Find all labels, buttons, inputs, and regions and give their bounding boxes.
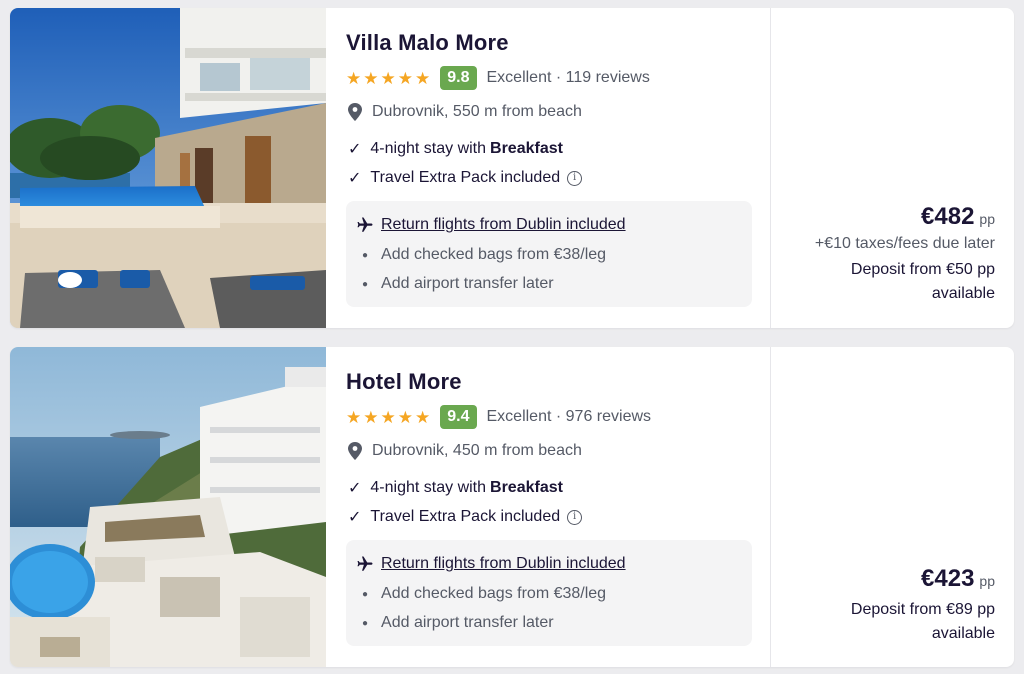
addon-bags: ● Add checked bags from €38/leg — [362, 246, 606, 264]
hotel-details: Villa Malo More ★ ★ ★ ★ ★ 9.8 Excellent … — [346, 8, 766, 328]
addon-bags-text: Add checked bags from €38/leg — [381, 246, 607, 263]
price-panel[interactable]: €423 pp Deposit from €89 pp available — [770, 347, 1014, 667]
flight-row: Return flights from Dublin included — [356, 555, 626, 573]
addon-transfer: ● Add airport transfer later — [362, 275, 554, 293]
addon-transfer-text: Add airport transfer later — [381, 275, 554, 292]
deposit-availability: available — [931, 625, 995, 642]
star-icon: ★ — [380, 407, 396, 427]
deposit-line: Deposit from €50 pp — [850, 261, 995, 278]
review-summary: Excellent · 976 reviews — [486, 408, 652, 425]
flights-link[interactable]: Return flights from Dublin included — [381, 216, 626, 234]
hotel-name[interactable]: Villa Malo More — [346, 30, 509, 56]
location-row: Dubrovnik, 550 m from beach — [348, 103, 582, 121]
star-icon: ★ — [415, 68, 431, 88]
review-summary: Excellent · 119 reviews — [486, 69, 650, 86]
star-icon: ★ — [380, 68, 396, 88]
star-icon: ★ — [363, 407, 379, 427]
hotel-details: Hotel More ★ ★ ★ ★ ★ 9.4 Excellent · 976… — [346, 347, 766, 667]
flights-link[interactable]: Return flights from Dublin included — [381, 555, 626, 573]
star-icon: ★ — [415, 407, 431, 427]
bullet-icon: ● — [362, 278, 369, 290]
star-icon: ★ — [346, 68, 362, 88]
board-type: Breakfast — [490, 479, 563, 496]
hotel-photo[interactable] — [10, 347, 326, 667]
addon-bags-text: Add checked bags from €38/leg — [381, 585, 607, 602]
extra-pack-feature: ✓ Travel Extra Pack included i — [348, 507, 583, 527]
flight-box: Return flights from Dublin included ● Ad… — [346, 540, 752, 646]
star-icon: ★ — [397, 68, 413, 88]
addon-transfer-text: Add airport transfer later — [381, 614, 554, 631]
board-type: Breakfast — [490, 140, 563, 157]
price-line: €423 pp — [851, 565, 995, 593]
stay-feature: ✓ 4-night stay with Breakfast — [348, 478, 563, 498]
info-icon[interactable]: i — [567, 170, 583, 186]
check-icon: ✓ — [348, 509, 362, 526]
hotel-photo[interactable] — [10, 8, 326, 328]
extra-pack-feature: ✓ Travel Extra Pack included i — [348, 168, 583, 188]
airplane-icon — [357, 217, 373, 232]
star-icon: ★ — [346, 407, 362, 427]
star-icon: ★ — [397, 407, 413, 427]
info-icon[interactable]: i — [567, 509, 583, 525]
per-person-label: pp — [979, 573, 995, 589]
airplane-icon — [357, 556, 373, 571]
deposit-note: Deposit from €50 pp available — [815, 258, 995, 306]
addon-transfer: ● Add airport transfer later — [362, 614, 554, 632]
check-icon: ✓ — [348, 141, 362, 158]
deposit-availability: available — [931, 285, 995, 302]
map-pin-icon — [348, 442, 362, 460]
review-score-badge: 9.8 — [440, 66, 477, 90]
villa-photo-illustration — [10, 8, 326, 328]
price: €423 — [921, 565, 975, 592]
star-icon: ★ — [363, 68, 379, 88]
price-block: €423 pp Deposit from €89 pp available — [851, 565, 995, 646]
bullet-icon: ● — [362, 249, 369, 261]
deposit-line: Deposit from €89 pp — [850, 601, 995, 618]
bullet-icon: ● — [362, 617, 369, 629]
price: €482 — [921, 203, 975, 230]
hotel-card[interactable]: Villa Malo More ★ ★ ★ ★ ★ 9.8 Excellent … — [10, 8, 1014, 328]
check-icon: ✓ — [348, 170, 362, 187]
map-pin-icon — [348, 103, 362, 121]
extra-pack-text: Travel Extra Pack included — [370, 169, 561, 186]
hotel-name[interactable]: Hotel More — [346, 369, 462, 395]
hotel-photo-illustration — [10, 347, 326, 667]
rating-row: ★ ★ ★ ★ ★ 9.8 Excellent · 119 reviews — [346, 66, 650, 90]
flight-row: Return flights from Dublin included — [356, 216, 626, 234]
rating-row: ★ ★ ★ ★ ★ 9.4 Excellent · 976 reviews — [346, 405, 651, 429]
extra-pack-text: Travel Extra Pack included — [370, 508, 561, 525]
review-score-badge: 9.4 — [440, 405, 477, 429]
location-row: Dubrovnik, 450 m from beach — [348, 442, 582, 460]
flight-box: Return flights from Dublin included ● Ad… — [346, 201, 752, 307]
price-block: €482 pp +€10 taxes/fees due later Deposi… — [815, 203, 995, 306]
location-text: Dubrovnik, 550 m from beach — [372, 103, 582, 120]
per-person-label: pp — [979, 211, 995, 227]
deposit-note: Deposit from €89 pp available — [851, 598, 995, 646]
star-rating: ★ ★ ★ ★ ★ — [346, 409, 430, 426]
hotel-card[interactable]: Hotel More ★ ★ ★ ★ ★ 9.4 Excellent · 976… — [10, 347, 1014, 667]
location-text: Dubrovnik, 450 m from beach — [372, 442, 582, 459]
star-rating: ★ ★ ★ ★ ★ — [346, 70, 430, 87]
check-icon: ✓ — [348, 480, 362, 497]
addon-bags: ● Add checked bags from €38/leg — [362, 585, 606, 603]
taxes-note: +€10 taxes/fees due later — [814, 235, 995, 252]
stay-text: 4-night stay with — [370, 140, 487, 157]
stay-feature: ✓ 4-night stay with Breakfast — [348, 139, 563, 159]
bullet-icon: ● — [362, 588, 369, 600]
stay-text: 4-night stay with — [370, 479, 487, 496]
price-panel[interactable]: €482 pp +€10 taxes/fees due later Deposi… — [770, 8, 1014, 328]
price-line: €482 pp — [815, 203, 995, 231]
